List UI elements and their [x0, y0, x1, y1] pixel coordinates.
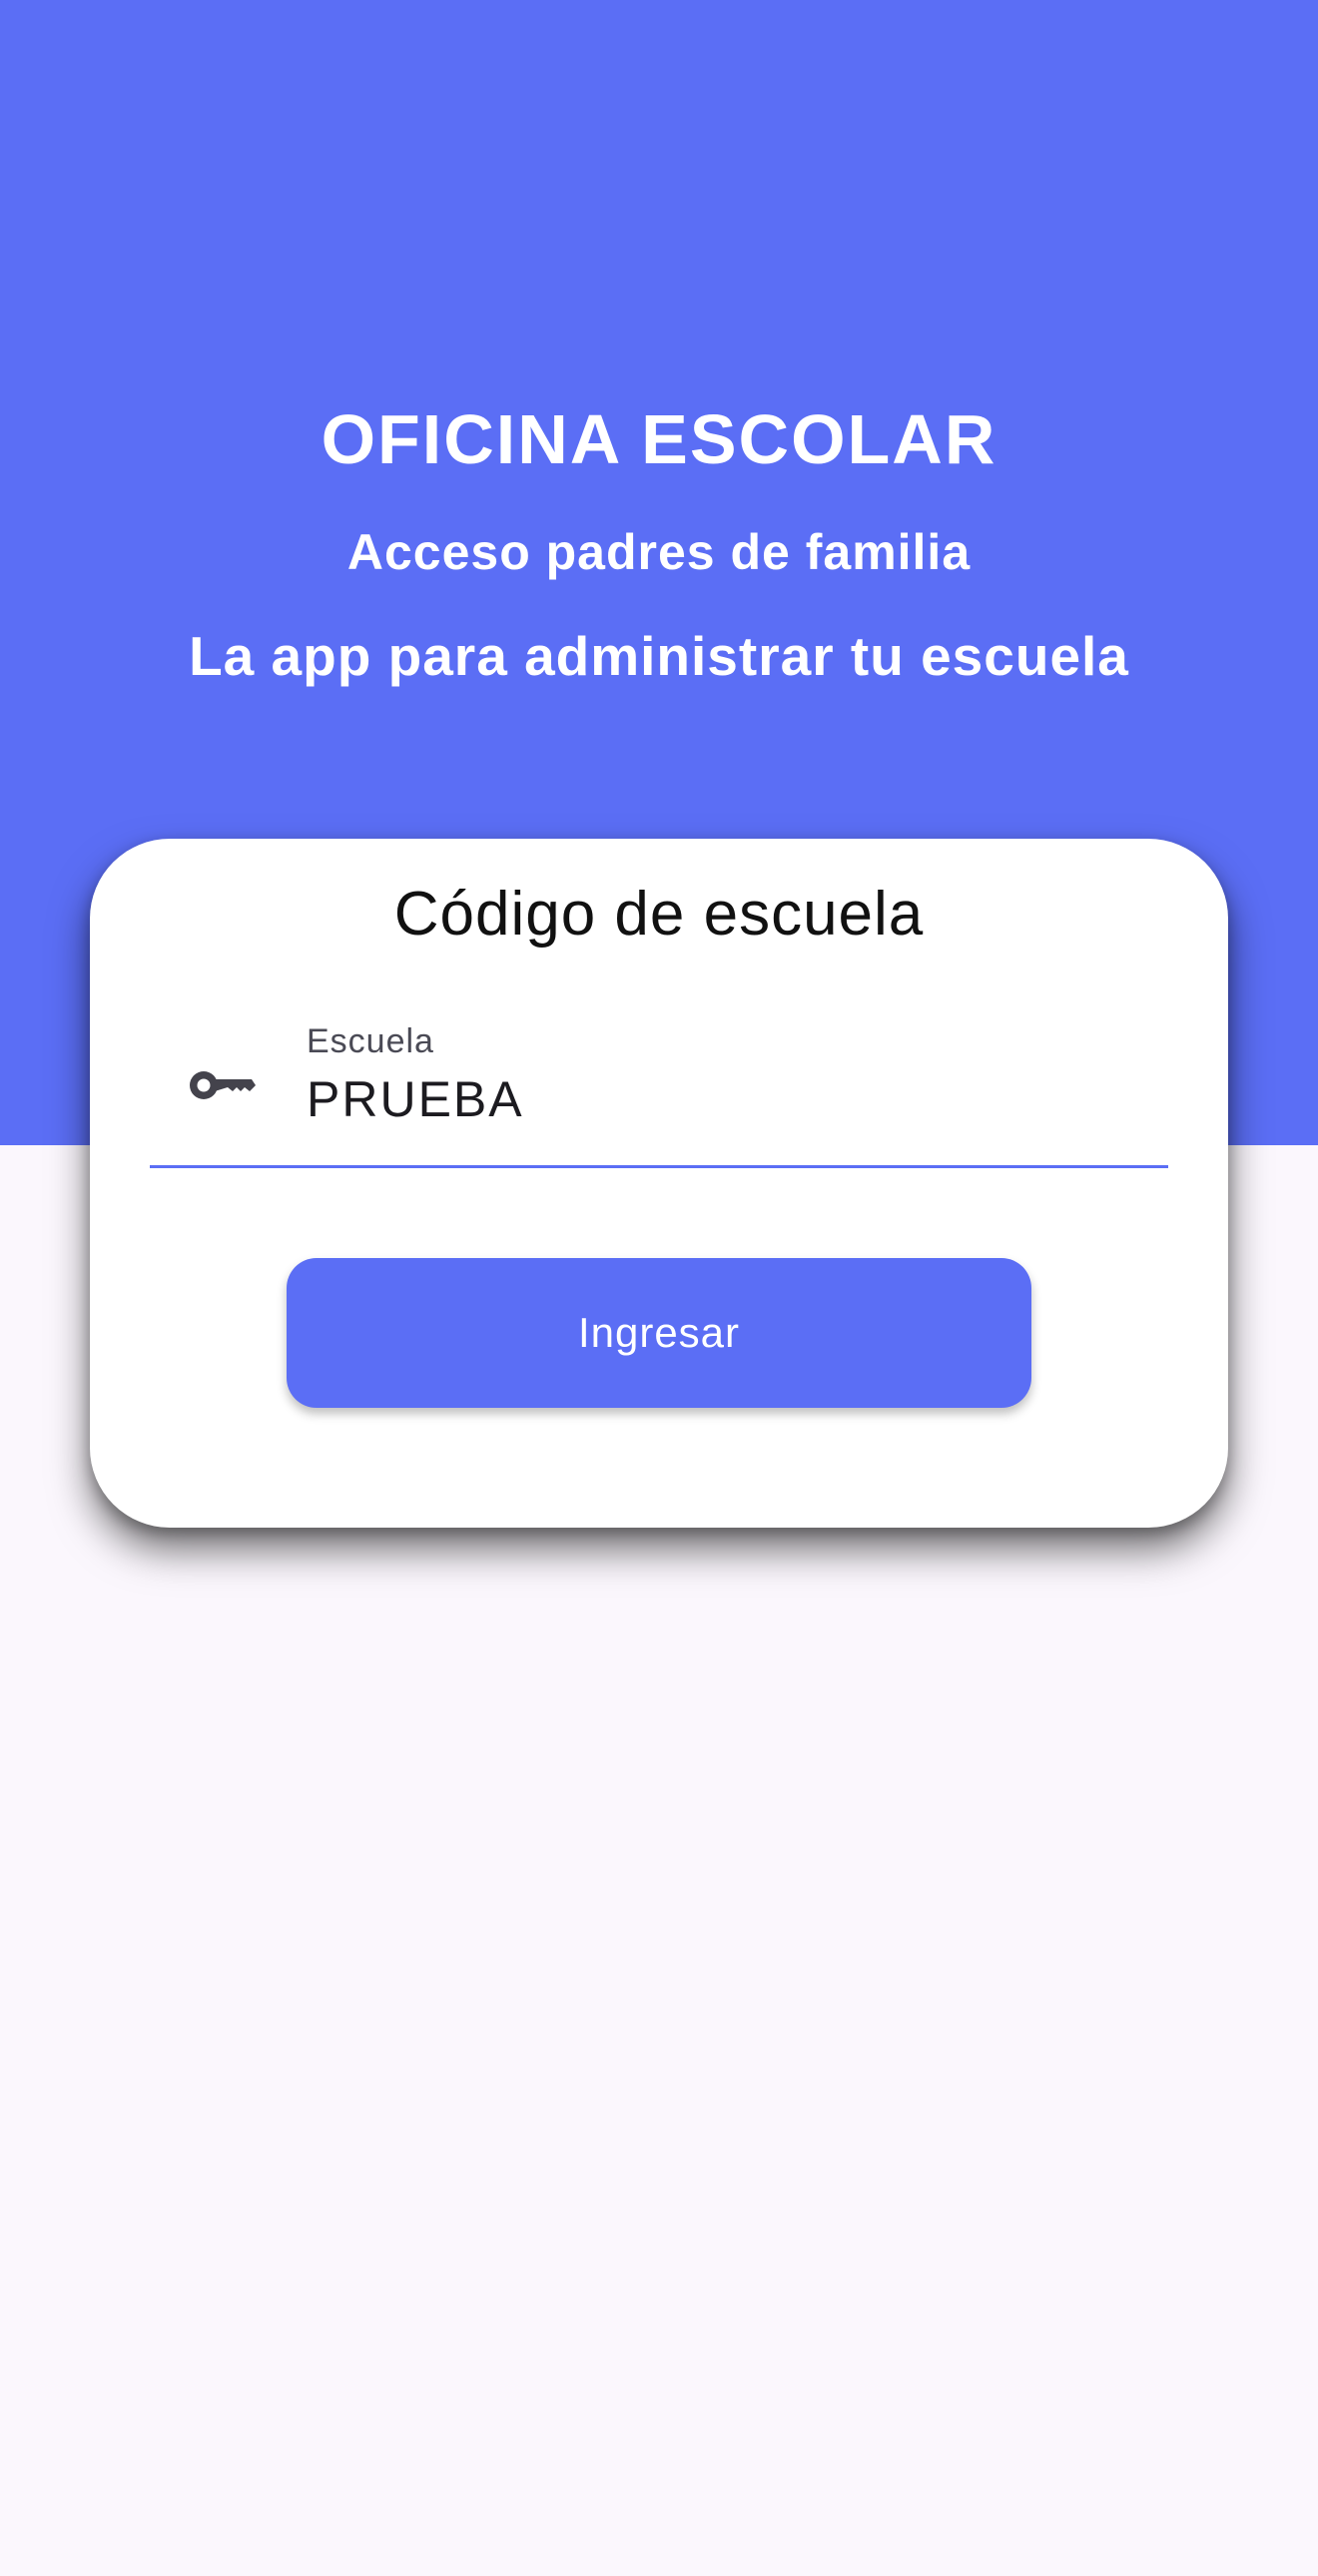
school-code-field[interactable]: Escuela [150, 1008, 1168, 1168]
key-icon [186, 1060, 256, 1110]
school-code-label: Escuela [307, 1022, 434, 1060]
app-title: OFICINA ESCOLAR [321, 400, 997, 478]
app-tagline: La app para administrar tu escuela [189, 625, 1129, 687]
submit-button[interactable]: Ingresar [287, 1258, 1031, 1408]
app-subtitle: Acceso padres de familia [346, 524, 972, 580]
school-code-card: Código de escuela Escuela Ingresar [90, 839, 1228, 1528]
login-screen: OFICINA ESCOLAR Acceso padres de familia… [0, 0, 1318, 2576]
card-title: Código de escuela [393, 880, 925, 949]
school-code-input[interactable] [307, 1070, 1125, 1128]
